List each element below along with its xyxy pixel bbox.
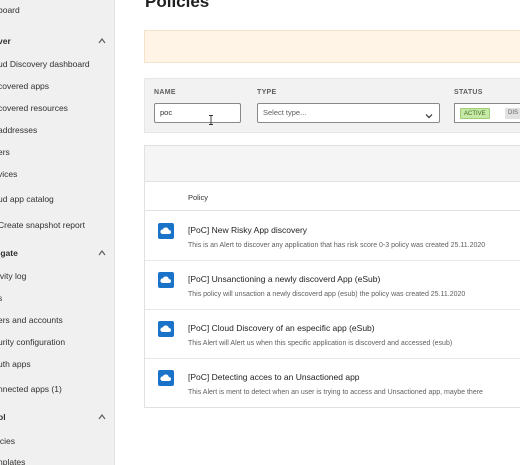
name-filter-input[interactable]: poc — [154, 103, 241, 123]
sidebar-item-oauth-apps[interactable]: uth apps — [0, 354, 114, 374]
chevron-up-icon[interactable] — [98, 413, 106, 421]
sidebar-item-label: addresses — [0, 125, 38, 135]
sidebar-item-label: urity configuration — [0, 337, 66, 347]
cloud-icon — [158, 272, 174, 288]
sidebar-item-label: icies — [0, 436, 16, 446]
sidebar-item-ip-addresses[interactable]: addresses — [0, 120, 114, 140]
policy-description: This Alert will Alert us when this speci… — [188, 340, 453, 347]
sidebar-item-cloud-app-catalog[interactable]: ud app catalog — [0, 189, 114, 209]
policy-title[interactable]: [PoC] New Risky App discovery — [188, 225, 307, 235]
policy-description: This Alert is ment to detect when an use… — [188, 389, 483, 396]
info-banner — [144, 30, 520, 63]
sidebar-section-label: ol — [0, 412, 6, 422]
sidebar-item-security-configuration[interactable]: urity configuration — [0, 332, 114, 352]
sidebar-section-investigate[interactable]: igate — [0, 243, 114, 263]
policy-description: This policy will unsaction a newly disco… — [188, 291, 466, 298]
sidebar-item-label: ers and accounts — [0, 315, 63, 325]
chevron-up-icon[interactable] — [98, 37, 106, 45]
chevron-up-icon[interactable] — [98, 249, 106, 257]
filter-bar: NAME poc TYPE Select type... STATUS ACTI… — [144, 78, 520, 133]
table-row[interactable]: [PoC] New Risky App discovery This is an… — [145, 212, 520, 261]
cloud-icon — [158, 370, 174, 386]
sidebar: board ver ud Discovery dashboard covered… — [0, 0, 115, 465]
sidebar-section-label: igate — [0, 248, 18, 258]
type-filter-select[interactable]: Select type... — [257, 103, 440, 123]
sidebar-item-label: s — [0, 288, 2, 308]
policy-description: This is an Alert to discover any applica… — [188, 242, 486, 249]
table-row[interactable]: [PoC] Detecting acces to an Unsactioned … — [145, 359, 520, 408]
type-filter-placeholder: Select type... — [263, 108, 307, 117]
table-row[interactable]: [PoC] Unsanctioning a newly discoverd Ap… — [145, 261, 520, 310]
sidebar-item-create-snapshot-report[interactable]: Create snapshot report — [0, 215, 114, 235]
sidebar-item-discovered-apps[interactable]: covered apps — [0, 76, 114, 96]
text-cursor-icon — [208, 112, 214, 125]
sidebar-item-label: board — [0, 5, 20, 15]
sidebar-item-files[interactable]: s — [0, 288, 114, 308]
policy-title[interactable]: [PoC] Unsanctioning a newly discoverd Ap… — [188, 274, 380, 284]
sidebar-item-devices[interactable]: vices — [0, 164, 114, 184]
sidebar-item-label: ud app catalog — [0, 194, 54, 204]
sidebar-item-label: ud Discovery dashboard — [0, 59, 90, 69]
sidebar-item-label: covered apps — [0, 81, 50, 91]
sidebar-item-discovered-resources[interactable]: covered resources — [0, 98, 114, 118]
policies-table: Policy [PoC] New Risky App discovery Thi… — [144, 145, 520, 408]
sidebar-item-cloud-discovery-dashboard[interactable]: ud Discovery dashboard — [0, 54, 114, 74]
status-active-pill[interactable]: ACTIVE — [460, 108, 490, 119]
sidebar-item-users-and-accounts[interactable]: ers and accounts — [0, 310, 114, 330]
sidebar-item-label: covered resources — [0, 103, 68, 113]
sidebar-item-label: uth apps — [0, 359, 31, 369]
cloud-icon — [158, 223, 174, 239]
sidebar-item-label: vices — [0, 169, 18, 179]
sidebar-section-control[interactable]: ol — [0, 407, 114, 427]
sidebar-item-label: ivity log — [0, 271, 27, 281]
sidebar-item-templates[interactable]: nplates — [0, 452, 114, 465]
sidebar-item-label: nnected apps (1) — [0, 384, 62, 394]
sidebar-item-connected-apps[interactable]: nnected apps (1) — [0, 379, 114, 399]
sidebar-item-policies[interactable]: icies — [0, 431, 114, 451]
cloud-icon — [158, 321, 174, 337]
type-filter-label: TYPE — [257, 89, 277, 96]
sidebar-item-label: ers — [0, 147, 10, 157]
sidebar-item-activity-log[interactable]: ivity log — [0, 266, 114, 286]
table-toolbar — [145, 146, 520, 182]
policy-title[interactable]: [PoC] Detecting acces to an Unsactioned … — [188, 372, 360, 382]
table-header: Policy — [145, 183, 520, 211]
policy-title[interactable]: [PoC] Cloud Discovery of an especific ap… — [188, 323, 375, 333]
status-disabled-pill[interactable]: DIS — [505, 108, 520, 119]
status-filter[interactable]: ACTIVE DIS — [454, 103, 520, 123]
sidebar-item-users[interactable]: ers — [0, 142, 114, 162]
page-title: Policies — [145, 0, 210, 11]
sidebar-item-dashboard[interactable]: board — [0, 0, 114, 20]
sidebar-item-label: Create snapshot report — [0, 220, 85, 230]
name-filter-label: NAME — [154, 89, 176, 96]
table-row[interactable]: [PoC] Cloud Discovery of an especific ap… — [145, 310, 520, 359]
chevron-down-icon — [425, 109, 433, 119]
column-header-policy[interactable]: Policy — [188, 193, 208, 202]
main-content: Policies NAME poc TYPE Select type... ST… — [115, 0, 520, 465]
sidebar-section-discover[interactable]: ver — [0, 31, 114, 51]
sidebar-item-label: nplates — [0, 457, 26, 465]
status-filter-label: STATUS — [454, 89, 483, 96]
sidebar-section-label: ver — [0, 36, 11, 46]
